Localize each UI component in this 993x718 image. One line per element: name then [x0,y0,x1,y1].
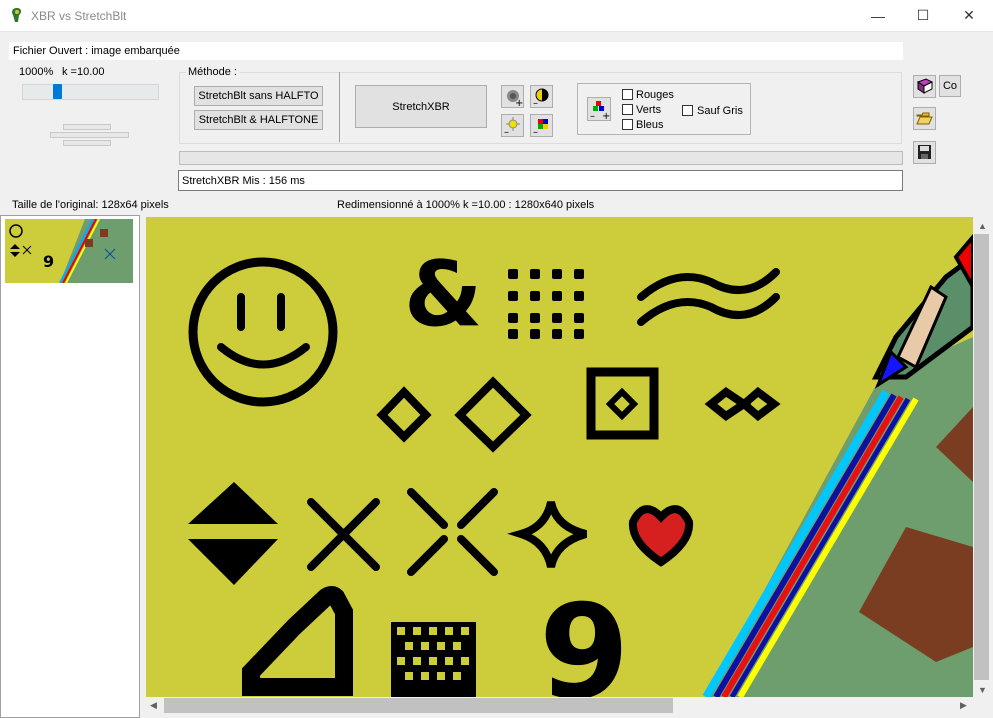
book-button[interactable] [913,75,936,98]
open-folder-icon [916,112,933,125]
method-separator [339,72,340,142]
original-size-label: Taille de l'original: 128x64 pixels [12,199,169,211]
verts-label: Verts [636,104,662,116]
co-label: Co [942,80,958,92]
brightness-button[interactable]: – [501,114,524,138]
svg-text:+: + [515,98,523,107]
contrast-button[interactable]: – [530,85,553,109]
resized-info-label: Redimensionné à 1000% k =10.00 : 1280x64… [337,199,595,211]
stretchblt-halftone-button[interactable]: StretchBlt & HALFTONE [194,110,323,130]
file-path-field: Fichier Ouvert : image embarquée [9,42,903,60]
horizontal-scrollbar[interactable]: ◀ ▶ [146,697,973,714]
title-bar: XBR vs StretchBlt — ☐ ✕ [0,0,993,32]
image-canvas[interactable]: & 9 [146,217,973,697]
channel-apply-button[interactable]: – + [587,97,611,122]
file-path-label: Fichier Ouvert : image embarquée [13,45,180,57]
zoom-slider-thumb[interactable] [53,84,62,99]
sauf-gris-checkbox[interactable] [682,105,693,116]
open-button[interactable] [913,107,936,130]
stretchblt-no-halftone-button[interactable]: StretchBlt sans HALFTO [194,86,323,106]
close-icon: ✕ [963,7,975,23]
sauf-gris-label: Sauf Gris [697,105,743,117]
blur-button[interactable]: + [501,85,524,109]
save-icon [918,145,931,159]
book-icon [916,78,934,94]
color-mix-icon: – [533,119,548,138]
svg-text:9: 9 [43,252,54,271]
status-text: StretchXBR Mis : 156 ms [182,175,305,187]
horizontal-scroll-thumb[interactable] [164,698,673,713]
upscaled-image: & 9 [146,217,973,697]
rgb-icon: – + [590,101,610,122]
window-title: XBR vs StretchBlt [31,9,127,23]
vertical-scroll-thumb[interactable] [974,234,989,680]
co-button[interactable]: Co [939,75,961,97]
close-button[interactable]: ✕ [946,0,992,31]
bleus-checkbox[interactable] [622,119,633,130]
blur-icon: + [507,90,523,109]
rouges-checkbox[interactable] [622,89,633,100]
fine-slider-bottom[interactable] [63,140,111,146]
svg-text:+: + [602,111,610,120]
minimize-icon: — [871,7,885,24]
zoom-slider[interactable] [22,84,159,100]
svg-text:–: – [533,98,538,107]
svg-text:&: & [404,242,483,347]
app-icon [12,8,22,22]
progress-bar [179,151,903,165]
rouges-label: Rouges [636,89,674,101]
svg-text:–: – [590,111,595,120]
scroll-left-icon[interactable]: ◀ [150,700,157,711]
scroll-right-icon[interactable]: ▶ [960,700,967,711]
scroll-down-icon[interactable]: ▼ [978,685,987,695]
thumbnail-panel: 9 [0,215,140,718]
zoom-percent: 1000% [19,66,54,78]
maximize-icon: ☐ [916,7,930,23]
contrast-icon: – [533,88,549,109]
scroll-up-icon[interactable]: ▲ [978,221,987,231]
stretchxbr-button[interactable]: StretchXBR [355,85,487,128]
minimize-button[interactable]: — [855,0,901,31]
status-field: StretchXBR Mis : 156 ms [178,170,903,191]
stretchblt-no-halftone-label: StretchBlt sans HALFTO [198,90,319,102]
brightness-icon: – [504,117,520,138]
stretchblt-halftone-label: StretchBlt & HALFTONE [198,114,319,126]
fine-slider-top[interactable] [63,124,111,130]
maximize-button[interactable]: ☐ [900,0,946,31]
color-mix-button[interactable]: – [530,114,553,138]
vertical-scrollbar[interactable]: ▲ ▼ [973,217,990,697]
zoom-k: k =10.00 [62,66,105,78]
svg-text:–: – [533,127,538,136]
verts-checkbox[interactable] [622,104,633,115]
thumbnail-image[interactable]: 9 [5,219,133,283]
svg-text:–: – [504,127,509,136]
bleus-label: Bleus [636,119,664,131]
stretchxbr-label: StretchXBR [392,100,450,113]
method-group-label: Méthode : [186,66,239,78]
save-button[interactable] [913,141,936,164]
svg-text:9: 9 [539,576,629,697]
fine-slider-mid[interactable] [50,132,129,138]
